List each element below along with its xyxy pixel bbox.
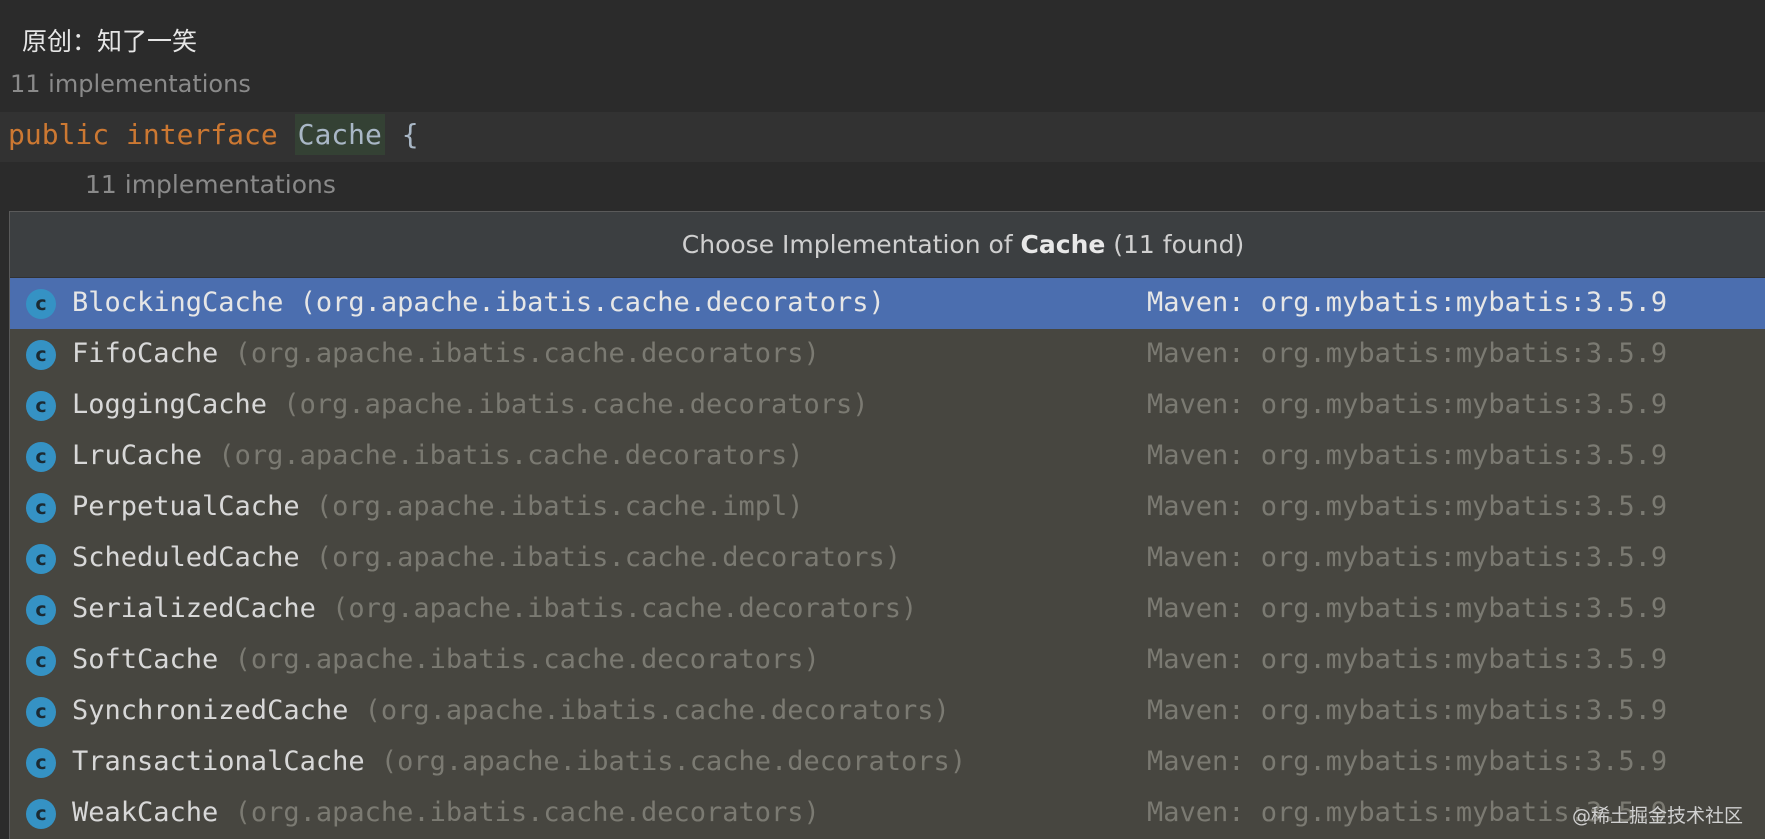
class-entry: SoftCache (org.apache.ibatis.cache.decor…: [72, 644, 820, 675]
list-item[interactable]: c SoftCache (org.apache.ibatis.cache.deco…: [10, 635, 1765, 686]
class-icon: c: [26, 595, 56, 625]
package-name: (org.apache.ibatis.cache.decorators): [315, 542, 902, 573]
library-name: Maven: org.mybatis:mybatis:3.5.9: [1147, 593, 1668, 624]
class-icon: c: [26, 289, 56, 319]
class-icon: c: [26, 493, 56, 523]
author-line: 原创：知了一笑: [22, 27, 198, 56]
library-name: Maven: org.mybatis:mybatis:3.5.9: [1147, 440, 1668, 471]
class-icon: c: [26, 544, 56, 574]
class-name: FifoCache: [72, 338, 219, 369]
implementation-list: c BlockingCache (org.apache.ibatis.cache.…: [10, 278, 1765, 839]
library-name: Maven: org.mybatis:mybatis:3.5.9: [1147, 287, 1668, 318]
library-name: Maven: org.mybatis:mybatis:3.5.9: [1147, 644, 1668, 675]
popup-title-prefix: Choose Implementation of: [681, 230, 1021, 259]
list-item[interactable]: c LoggingCache (org.apache.ibatis.cache.d…: [10, 380, 1765, 431]
class-name: SynchronizedCache: [72, 695, 349, 726]
list-item[interactable]: c PerpetualCache (org.apache.ibatis.cache…: [10, 482, 1765, 533]
popup-title-class: Cache: [1020, 230, 1106, 259]
list-item[interactable]: c SerializedCache (org.apache.ibatis.cach…: [10, 584, 1765, 635]
package-name: (org.apache.ibatis.cache.decorators): [234, 644, 820, 675]
choose-implementation-popup: Choose Implementation of Cache (11 found…: [9, 211, 1765, 839]
class-name: BlockingCache: [72, 287, 284, 318]
list-item[interactable]: c SynchronizedCache (org.apache.ibatis.ca…: [10, 686, 1765, 737]
class-entry: FifoCache (org.apache.ibatis.cache.decor…: [72, 338, 820, 369]
list-item[interactable]: c TransactionalCache (org.apache.ibatis.c…: [10, 737, 1765, 788]
library-name: Maven: org.mybatis:mybatis:3.5.9: [1147, 695, 1668, 726]
package-name: (org.apache.ibatis.cache.decorators): [364, 695, 950, 726]
implementations-hint-top[interactable]: 11 implementations: [10, 70, 251, 98]
class-icon: c: [26, 748, 56, 778]
header-area: [0, 0, 1765, 110]
library-name: Maven: org.mybatis:mybatis:3.5.9: [1147, 389, 1668, 420]
list-item[interactable]: c LruCache (org.apache.ibatis.cache.decor…: [10, 431, 1765, 482]
class-entry: LoggingCache (org.apache.ibatis.cache.de…: [72, 389, 869, 420]
keyword-interface: interface: [126, 118, 278, 151]
class-icon: c: [26, 442, 56, 472]
package-name: (org.apache.ibatis.cache.decorators): [234, 338, 820, 369]
class-name: PerpetualCache: [72, 491, 300, 522]
keyword-public: public: [8, 118, 110, 151]
class-name: SoftCache: [72, 644, 219, 675]
class-name: ScheduledCache: [72, 542, 300, 573]
class-entry: SynchronizedCache (org.apache.ibatis.cac…: [72, 695, 950, 726]
class-icon: c: [26, 646, 56, 676]
list-item[interactable]: c ScheduledCache (org.apache.ibatis.cache…: [10, 533, 1765, 584]
package-name: (org.apache.ibatis.cache.decorators): [283, 389, 869, 420]
open-brace: {: [401, 118, 419, 151]
library-name: Maven: org.mybatis:mybatis:3.5.9: [1147, 491, 1668, 522]
package-name: (org.apache.ibatis.cache.decorators): [380, 746, 967, 777]
class-name-cache[interactable]: Cache: [294, 114, 385, 155]
class-entry: ScheduledCache (org.apache.ibatis.cache.…: [72, 542, 901, 573]
package-name: (org.apache.ibatis.cache.decorators): [299, 287, 885, 318]
class-entry: WeakCache (org.apache.ibatis.cache.decor…: [72, 797, 820, 828]
class-name: LoggingCache: [72, 389, 268, 420]
class-entry: LruCache (org.apache.ibatis.cache.decora…: [72, 440, 804, 471]
class-icon: c: [26, 340, 56, 370]
list-item[interactable]: c BlockingCache (org.apache.ibatis.cache.…: [10, 278, 1765, 329]
class-icon: c: [26, 799, 56, 829]
class-entry: PerpetualCache (org.apache.ibatis.cache.…: [72, 491, 804, 522]
popup-title: Choose Implementation of Cache (11 found…: [10, 212, 1765, 278]
library-name: Maven: org.mybatis:mybatis:3.5.9: [1147, 542, 1668, 573]
package-name: (org.apache.ibatis.cache.decorators): [218, 440, 804, 471]
class-entry: TransactionalCache (org.apache.ibatis.ca…: [72, 746, 966, 777]
implementations-hint-below[interactable]: 11 implementations: [85, 170, 336, 199]
class-name: LruCache: [72, 440, 203, 471]
package-name: (org.apache.ibatis.cache.decorators): [234, 797, 820, 828]
package-name: (org.apache.ibatis.cache.decorators): [332, 593, 918, 624]
watermark: @稀土掘金技术社区: [1571, 805, 1743, 827]
class-icon: c: [26, 391, 56, 421]
code-line[interactable]: public interface Cache {: [8, 114, 419, 155]
list-item[interactable]: c WeakCache (org.apache.ibatis.cache.deco…: [10, 788, 1765, 839]
class-icon: c: [26, 697, 56, 727]
class-name: WeakCache: [72, 797, 219, 828]
library-name: Maven: org.mybatis:mybatis:3.5.9: [1147, 746, 1668, 777]
list-item[interactable]: c FifoCache (org.apache.ibatis.cache.deco…: [10, 329, 1765, 380]
class-entry: BlockingCache (org.apache.ibatis.cache.d…: [72, 287, 885, 318]
class-name: TransactionalCache: [72, 746, 365, 777]
class-entry: SerializedCache (org.apache.ibatis.cache…: [72, 593, 917, 624]
library-name: Maven: org.mybatis:mybatis:3.5.9: [1147, 338, 1668, 369]
package-name: (org.apache.ibatis.cache.impl): [315, 491, 804, 522]
class-name: SerializedCache: [72, 593, 316, 624]
popup-title-suffix: (11 found): [1105, 230, 1245, 259]
